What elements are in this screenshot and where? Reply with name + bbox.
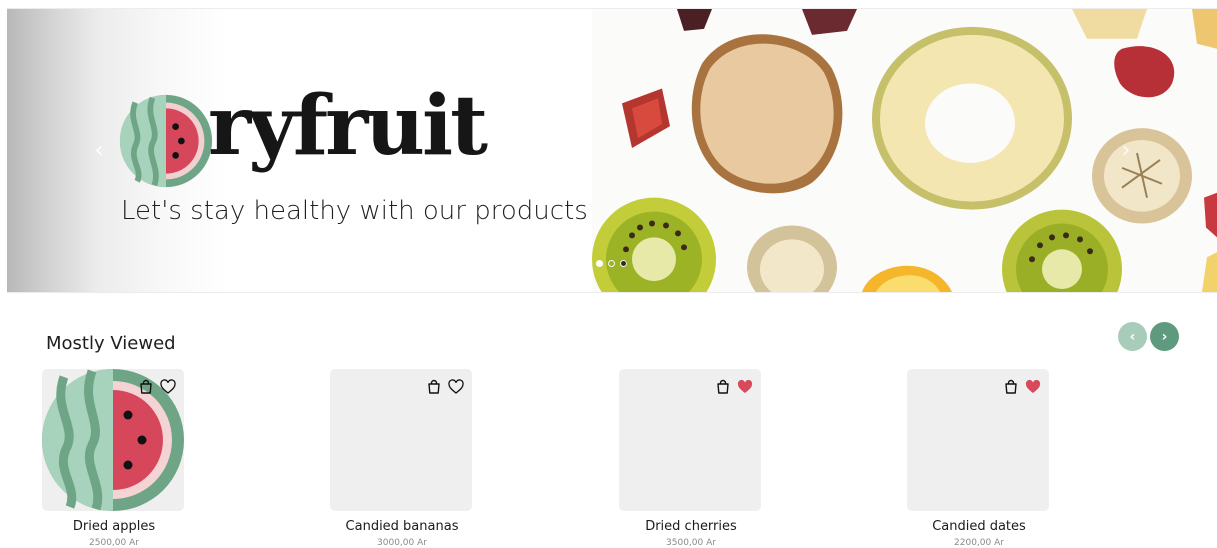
product-price: 2500,00 Ar <box>89 538 139 548</box>
hero-slide-dot-1[interactable] <box>596 260 603 267</box>
product-price: 3500,00 Ar <box>666 538 716 548</box>
product-image[interactable] <box>619 369 761 511</box>
heart-filled-icon[interactable] <box>737 379 753 395</box>
carousel-nav: ‹ › <box>1118 322 1179 351</box>
heart-outline-icon[interactable] <box>160 379 176 395</box>
product-actions <box>715 379 753 395</box>
hero-banner: ryfruit Let's stay healthy with our prod… <box>7 8 1217 293</box>
product-image[interactable] <box>330 369 472 511</box>
product-price: 2200,00 Ar <box>954 538 1004 548</box>
product-name[interactable]: Dried apples <box>42 519 186 534</box>
product-actions <box>1003 379 1041 395</box>
product-card[interactable]: Candied dates 2200,00 Ar <box>907 369 1051 548</box>
watermelon-logo-icon <box>119 94 213 188</box>
brand-logo: ryfruit <box>118 85 488 193</box>
hero-slide-dot-2[interactable] <box>608 260 615 267</box>
carousel-prev-button[interactable]: ‹ <box>1118 322 1147 351</box>
product-image[interactable] <box>42 369 184 511</box>
heart-outline-icon[interactable] <box>448 379 464 395</box>
product-actions <box>138 379 176 395</box>
product-card[interactable]: Candied bananas 3000,00 Ar <box>330 369 474 548</box>
shopping-bag-icon[interactable] <box>715 379 731 395</box>
hero-tagline: Let's stay healthy with our products <box>121 196 588 226</box>
heart-filled-icon[interactable] <box>1025 379 1041 395</box>
product-name[interactable]: Candied dates <box>907 519 1051 534</box>
product-name[interactable]: Candied bananas <box>330 519 474 534</box>
product-name[interactable]: Dried cherries <box>619 519 763 534</box>
hero-slide-indicators <box>596 260 627 267</box>
carousel-next-button[interactable]: › <box>1150 322 1179 351</box>
product-card[interactable]: Dried cherries 3500,00 Ar <box>619 369 763 548</box>
hero-next-arrow-icon[interactable]: › <box>1114 139 1138 163</box>
shopping-bag-icon[interactable] <box>426 379 442 395</box>
product-image[interactable] <box>907 369 1049 511</box>
product-card[interactable]: Dried apples 2500,00 Ar <box>42 369 186 548</box>
product-actions <box>426 379 464 395</box>
brand-name: ryfruit <box>208 78 488 174</box>
shopping-bag-icon[interactable] <box>1003 379 1019 395</box>
shopping-bag-icon[interactable] <box>138 379 154 395</box>
product-price: 3000,00 Ar <box>377 538 427 548</box>
hero-slide-dot-3[interactable] <box>620 260 627 267</box>
section-title: Mostly Viewed <box>46 333 176 354</box>
hero-prev-arrow-icon[interactable]: ‹ <box>87 139 111 163</box>
